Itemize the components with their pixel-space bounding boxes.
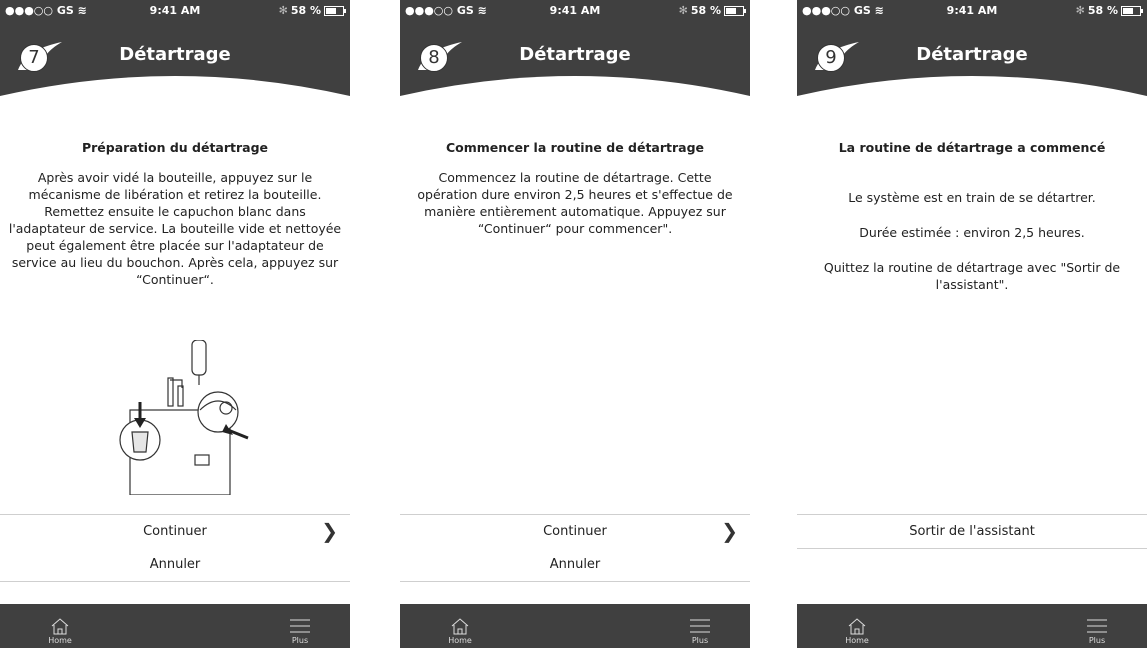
instruction-text-3: Quittez la routine de détartrage avec "S… — [823, 260, 1121, 292]
battery-percent: 58 % — [690, 4, 721, 17]
exit-wizard-label: Sortir de l'assistant — [909, 524, 1035, 539]
tab-plus[interactable]: Plus — [680, 617, 720, 645]
page-title: Détartrage — [916, 44, 1028, 65]
instruction-text-2: Durée estimée : environ 2,5 heures. — [859, 225, 1085, 240]
continue-label: Continuer — [543, 524, 607, 539]
instruction-text-1: Le système est en train de se détartrer. — [848, 190, 1096, 205]
battery-percent: 58 % — [1087, 4, 1118, 17]
home-icon — [848, 618, 866, 635]
home-icon — [451, 618, 469, 635]
tab-bar: Home Plus — [0, 604, 350, 648]
battery-icon — [724, 5, 746, 16]
header: ●●●○○ GS ≋ 9:41 AM ✻ 58 % 8 Détartrage — [400, 0, 750, 100]
phone-screen-step-9: ●●●○○ GS ≋ 9:41 AM ✻ 58 % 9 Détartrage L… — [797, 0, 1147, 648]
bluetooth-icon: ✻ — [678, 4, 688, 17]
header: ●●●○○ GS ≋ 9:41 AM ✻ 58 % 7 Détartrage — [0, 0, 350, 100]
tab-bar: Home Plus — [400, 604, 750, 648]
header-curve — [797, 76, 1147, 100]
chevron-right-icon: ❯ — [321, 519, 338, 543]
battery-area: ✻ 58 % — [1075, 4, 1143, 17]
instruction-text: Commencez la routine de détartrage. Cett… — [417, 170, 733, 236]
status-bar: ●●●○○ GS ≋ 9:41 AM ✻ 58 % — [400, 0, 750, 20]
tab-plus-label: Plus — [291, 636, 309, 645]
tab-home[interactable]: Home — [40, 617, 80, 645]
instruction-heading: La routine de détartrage a commencé — [838, 140, 1106, 155]
battery-icon — [324, 5, 346, 16]
exit-wizard-button[interactable]: Sortir de l'assistant — [797, 514, 1147, 549]
battery-area: ✻ 58 % — [678, 4, 746, 17]
instruction-text: Après avoir vidé la bouteille, appuyez s… — [8, 170, 342, 287]
chevron-right-icon: ❯ — [721, 519, 738, 543]
menu-icon — [690, 619, 710, 633]
bluetooth-icon: ✻ — [1075, 4, 1085, 17]
instruction-content: Préparation du détartrage Après avoir vi… — [0, 140, 350, 288]
instruction-heading: Commencer la routine de détartrage — [445, 140, 705, 155]
battery-area: ✻ 58 % — [278, 4, 346, 17]
header-curve — [0, 76, 350, 100]
instruction-content: La routine de détartrage a commencé Le s… — [797, 140, 1147, 293]
home-icon — [51, 618, 69, 635]
battery-icon — [1121, 5, 1143, 16]
cancel-label: Annuler — [149, 557, 201, 572]
phone-screen-step-7: ●●●○○ GS ≋ 9:41 AM ✻ 58 % 7 Détartrage P… — [0, 0, 350, 648]
tab-home-label: Home — [48, 636, 72, 645]
status-bar: ●●●○○ GS ≋ 9:41 AM ✻ 58 % — [797, 0, 1147, 20]
device-illustration — [119, 340, 249, 495]
tab-bar: Home Plus — [797, 604, 1147, 648]
cancel-label: Annuler — [549, 557, 601, 572]
cancel-button[interactable]: Annuler — [400, 548, 750, 582]
tab-plus[interactable]: Plus — [1077, 617, 1117, 645]
tab-home-label: Home — [845, 636, 869, 645]
tab-plus-label: Plus — [1088, 636, 1106, 645]
tab-plus[interactable]: Plus — [280, 617, 320, 645]
instruction-content: Commencer la routine de détartrage Comme… — [400, 140, 750, 237]
tab-home-label: Home — [448, 636, 472, 645]
continue-label: Continuer — [143, 524, 207, 539]
battery-percent: 58 % — [290, 4, 321, 17]
page-title: Détartrage — [119, 44, 231, 65]
continue-button[interactable]: Continuer ❯ — [0, 514, 350, 549]
menu-icon — [1087, 619, 1107, 633]
bluetooth-icon: ✻ — [278, 4, 288, 17]
header-curve — [400, 76, 750, 100]
tab-plus-label: Plus — [691, 636, 709, 645]
tab-home[interactable]: Home — [440, 617, 480, 645]
phone-screen-step-8: ●●●○○ GS ≋ 9:41 AM ✻ 58 % 8 Détartrage C… — [400, 0, 750, 648]
header: ●●●○○ GS ≋ 9:41 AM ✻ 58 % 9 Détartrage — [797, 0, 1147, 100]
tab-home[interactable]: Home — [837, 617, 877, 645]
cancel-button[interactable]: Annuler — [0, 548, 350, 582]
instruction-heading: Préparation du détartrage — [81, 140, 269, 155]
continue-button[interactable]: Continuer ❯ — [400, 514, 750, 549]
page-title: Détartrage — [519, 44, 631, 65]
menu-icon — [290, 619, 310, 633]
status-bar: ●●●○○ GS ≋ 9:41 AM ✻ 58 % — [0, 0, 350, 20]
